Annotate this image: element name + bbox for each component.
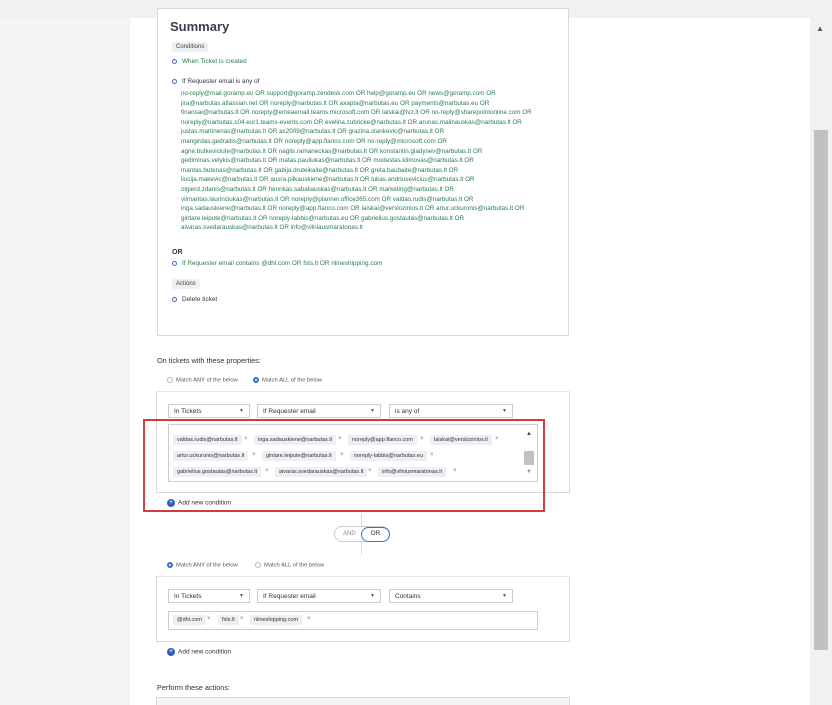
- match-all-radio[interactable]: Match ALL of the below: [253, 377, 322, 384]
- email-line: jira@narbutas.atlassian.net OR noreply@n…: [181, 99, 490, 107]
- or-label: OR: [172, 249, 183, 256]
- radio-icon: [255, 562, 261, 568]
- add-condition-button[interactable]: + Add new condition: [167, 648, 231, 656]
- page-scrollbar[interactable]: ▲: [810, 18, 832, 705]
- match-all-radio[interactable]: Match ALL of the below: [255, 562, 324, 569]
- delete-action: Delete ticket: [172, 296, 217, 303]
- domain-chip: @dhl.com: [173, 615, 206, 625]
- connector-line: [361, 542, 362, 555]
- radio-icon: [167, 377, 173, 383]
- chevron-down-icon: ▼: [502, 408, 507, 414]
- and-option[interactable]: AND: [343, 531, 356, 537]
- actions-tag: Actions: [172, 279, 200, 289]
- email-line: finansai@narbutas.lt OR noreply@emeaemai…: [181, 109, 532, 117]
- bullet-icon: [172, 58, 177, 64]
- properties-title: On tickets with these properties:: [157, 356, 261, 365]
- chevron-down-icon: ▼: [239, 593, 244, 599]
- scope-select[interactable]: In Tickets ▼: [168, 404, 250, 418]
- plus-icon: +: [167, 648, 175, 656]
- email-line: justas.martinenas@narbutas.lt OR ax2009@…: [181, 128, 445, 136]
- field-select[interactable]: If Requester email ▼: [257, 589, 381, 603]
- email-line: liucija.makevic@narbutas.lt OR ausra.pil…: [181, 176, 475, 184]
- when-condition: When Ticket is created: [172, 58, 247, 65]
- radio-selected-icon: [167, 562, 173, 568]
- email-line: olgierd.zdanis@narbutas.lt OR henrikas.s…: [181, 185, 454, 193]
- email-line: mangirdas.gedraitis@narbutas.lt OR norep…: [181, 137, 447, 145]
- bullet-icon: [172, 296, 177, 302]
- bullet-icon: [172, 78, 177, 84]
- actions-panel: [156, 697, 570, 705]
- conditions-tag: Conditions: [172, 42, 209, 52]
- email-line: vilmantas.laurinciukas@narbutas.lt OR no…: [181, 195, 474, 203]
- email-line: gintare.leipute@narbutas.lt OR noreply-l…: [181, 214, 465, 222]
- radio-selected-icon: [253, 377, 259, 383]
- chevron-down-icon: ▼: [370, 593, 375, 599]
- highlight-box: [143, 419, 545, 512]
- email-line: mantas.butenas@narbutas.lt OR gabija.dru…: [181, 166, 459, 174]
- domain-chip: fsts.lt: [218, 615, 239, 625]
- chevron-down-icon: ▼: [370, 408, 375, 414]
- remove-chip-icon[interactable]: ×: [307, 616, 311, 622]
- if-email-condition: If Requester email is any of: [172, 78, 259, 85]
- operator-select[interactable]: is any of ▼: [389, 404, 513, 418]
- scope-select[interactable]: In Tickets ▼: [168, 589, 250, 603]
- remove-chip-icon[interactable]: ×: [207, 616, 211, 622]
- email-line: gediminas.velykis@narbutas.lt OR matas.p…: [181, 157, 474, 165]
- connector-line: [361, 514, 362, 526]
- operator-select[interactable]: Contains ▼: [389, 589, 513, 603]
- scroll-thumb[interactable]: [814, 130, 828, 650]
- and-or-toggle[interactable]: AND OR: [334, 526, 390, 542]
- if-contains-condition: If Requester email contains @dhl.com OR …: [172, 260, 382, 267]
- match-any-radio[interactable]: Match ANY of the below: [167, 377, 238, 384]
- field-select[interactable]: If Requester email ▼: [257, 404, 381, 418]
- domain-chip: nlineshipping.com: [250, 615, 303, 625]
- or-option[interactable]: OR: [361, 527, 390, 542]
- summary-title: Summary: [170, 19, 230, 34]
- email-line: agne.butkeviciute@narbutas.lt OR naglis.…: [181, 147, 483, 155]
- email-line: noreply@narbutas.s04.eur1.teams-events.c…: [181, 118, 522, 126]
- summary-panel: Summary Conditions When Ticket is create…: [157, 8, 569, 336]
- match-any-radio[interactable]: Match ANY of the below: [167, 562, 238, 569]
- email-line: inga.sadauskiene@narbutas.lt OR noreply@…: [181, 205, 525, 213]
- email-list: no-reply@mail.goramp.eu OR support@goram…: [181, 89, 566, 233]
- actions-title: Perform these actions:: [157, 683, 231, 692]
- remove-chip-icon[interactable]: ×: [240, 616, 244, 622]
- bullet-icon: [172, 260, 177, 266]
- scroll-up-icon[interactable]: ▲: [816, 24, 824, 33]
- email-line: no-reply@mail.goramp.eu OR support@goram…: [181, 90, 496, 97]
- chevron-down-icon: ▼: [239, 408, 244, 414]
- chevron-down-icon: ▼: [502, 593, 507, 599]
- email-line: aivaras.svedarauskas@narbutas.lt OR info…: [181, 224, 363, 232]
